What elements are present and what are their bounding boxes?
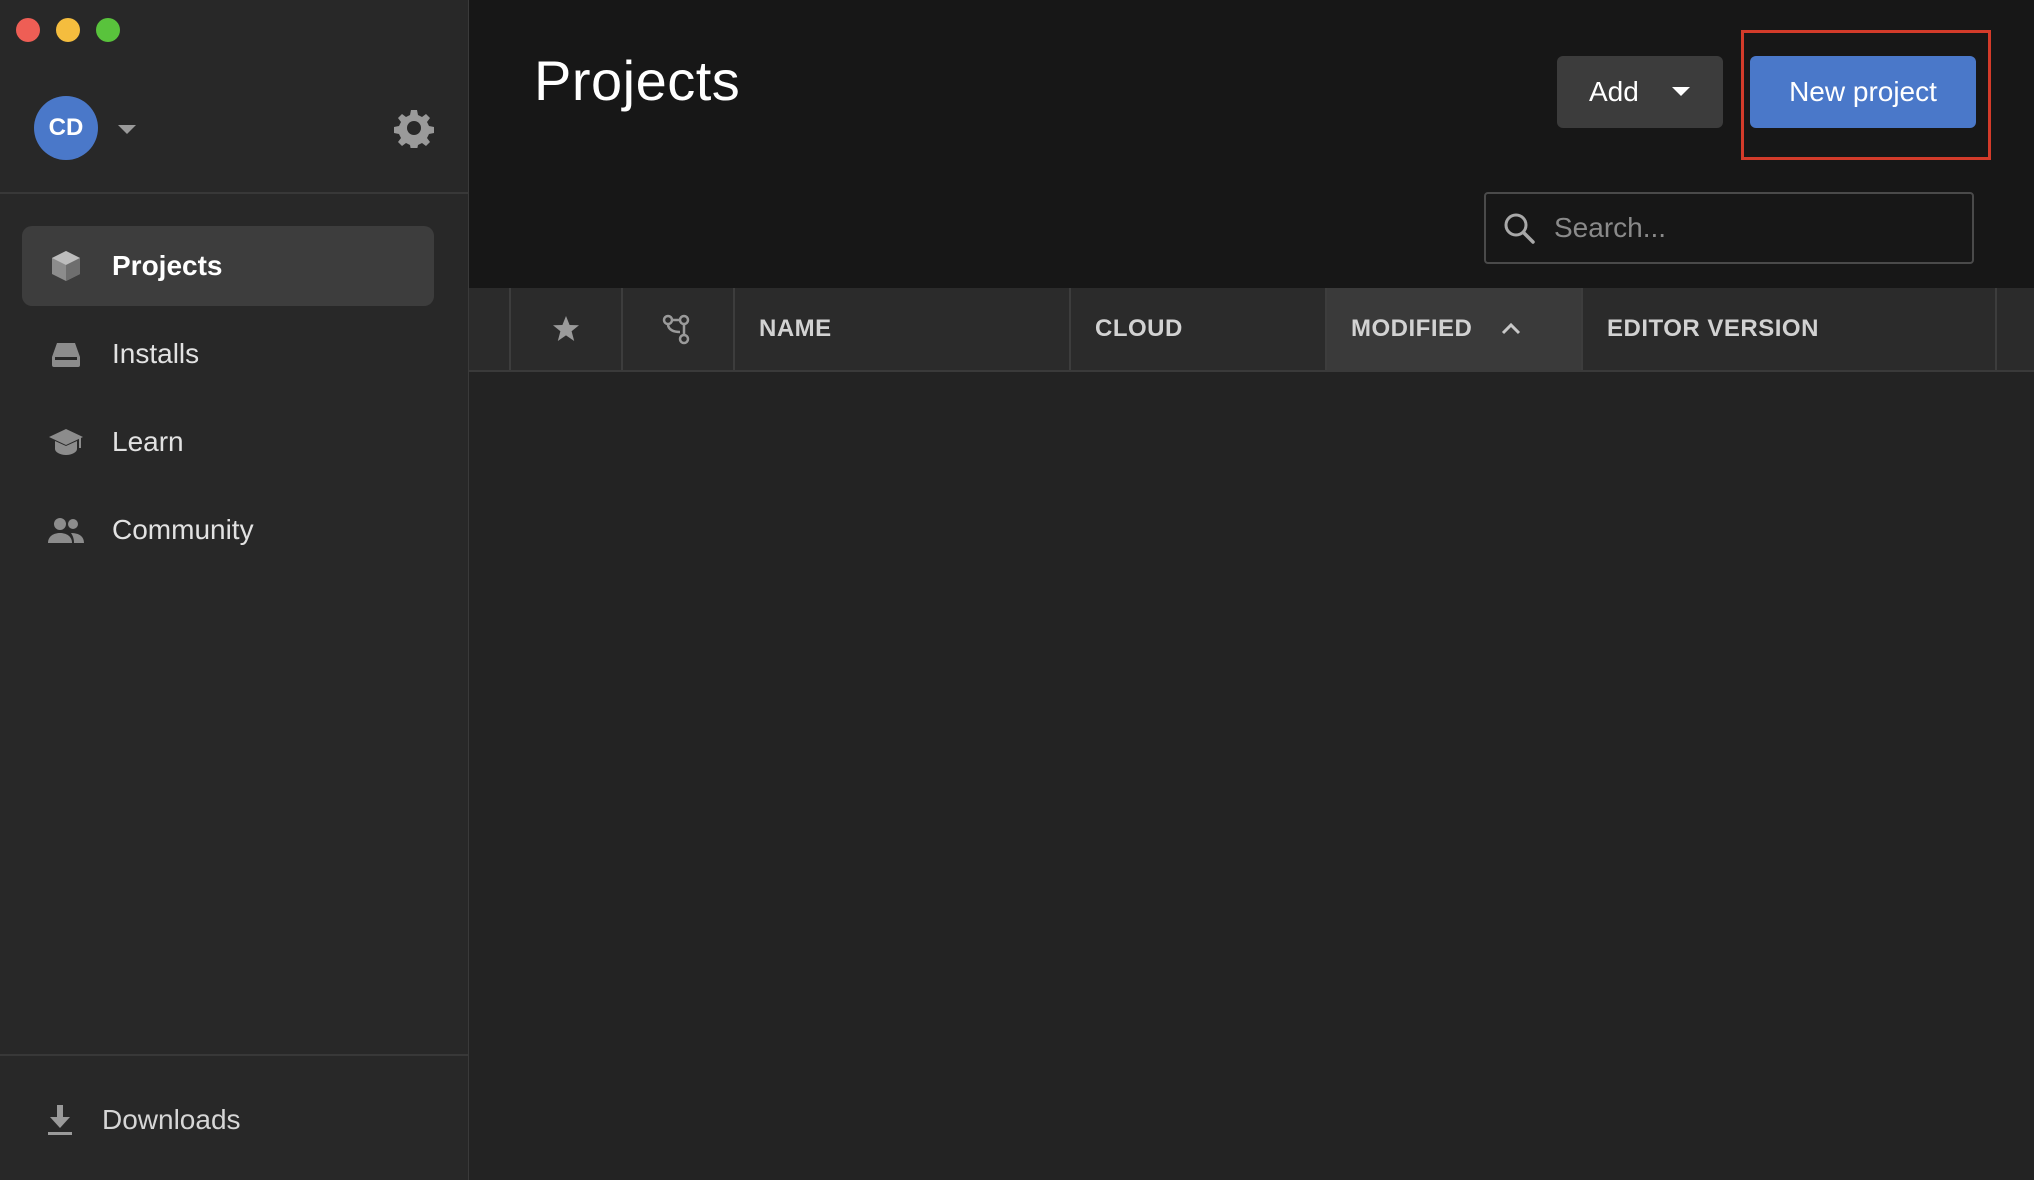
version-control-column-header[interactable]	[623, 288, 735, 370]
avatar[interactable]: CD	[34, 96, 98, 160]
hard-drive-icon	[46, 334, 86, 374]
downloads-button[interactable]: Downloads	[40, 1096, 241, 1144]
chevron-down-icon	[1672, 87, 1690, 96]
cube-icon	[46, 246, 86, 286]
gear-icon[interactable]	[394, 108, 434, 148]
main-header: Projects Add New project	[469, 0, 2034, 288]
main-panel: Projects Add New project Search... NAME …	[469, 0, 2034, 1180]
sidebar-item-community[interactable]: Community	[22, 490, 434, 570]
sidebar-item-installs[interactable]: Installs	[22, 314, 434, 394]
sidebar-divider	[0, 192, 468, 194]
page-title: Projects	[534, 49, 741, 112]
maximize-window-button[interactable]	[96, 18, 120, 42]
projects-table-body	[469, 372, 2034, 1180]
minimize-window-button[interactable]	[56, 18, 80, 42]
search-icon	[1504, 213, 1535, 244]
chevron-up-icon	[1502, 322, 1521, 335]
branch-icon	[662, 314, 690, 345]
sidebar-item-label: Learn	[112, 426, 184, 457]
sidebar: CD Projects Installs Learn Community Dow…	[0, 0, 469, 1180]
people-icon	[46, 510, 86, 550]
account-row: CD	[34, 96, 434, 160]
star-icon	[553, 316, 579, 341]
modified-column-label: MODIFIED	[1351, 315, 1473, 342]
sidebar-item-learn[interactable]: Learn	[22, 402, 434, 482]
name-column-header[interactable]: NAME	[735, 288, 1071, 370]
table-header-spacer	[469, 288, 511, 370]
graduation-cap-icon	[46, 422, 86, 462]
sidebar-item-projects[interactable]: Projects	[22, 226, 434, 306]
window-controls	[16, 18, 120, 42]
downloads-label: Downloads	[102, 1104, 241, 1135]
close-window-button[interactable]	[16, 18, 40, 42]
sidebar-item-label: Projects	[112, 250, 223, 281]
new-project-button[interactable]: New project	[1750, 56, 1976, 128]
sidebar-nav: Projects Installs Learn Community	[22, 226, 434, 578]
search-input[interactable]	[1554, 212, 1954, 244]
table-header: NAME CLOUD MODIFIED EDITOR VERSION	[469, 288, 2034, 372]
sidebar-bottom-divider	[0, 1054, 468, 1056]
search-box[interactable]	[1484, 192, 1974, 264]
add-button[interactable]: Add	[1557, 56, 1723, 128]
cloud-column-header[interactable]: CLOUD	[1071, 288, 1327, 370]
table-header-filler	[1997, 288, 2034, 370]
sidebar-item-label: Installs	[112, 338, 200, 369]
add-button-label: Add	[1589, 76, 1639, 107]
sidebar-item-label: Community	[112, 514, 254, 545]
app-window: CD Projects Installs Learn Community Dow…	[0, 0, 2034, 1180]
download-icon	[40, 1100, 80, 1140]
chevron-down-icon[interactable]	[116, 118, 138, 140]
favorite-column-header[interactable]	[511, 288, 623, 370]
editor-version-column-header[interactable]: EDITOR VERSION	[1583, 288, 1997, 370]
modified-column-header[interactable]: MODIFIED	[1327, 288, 1583, 370]
